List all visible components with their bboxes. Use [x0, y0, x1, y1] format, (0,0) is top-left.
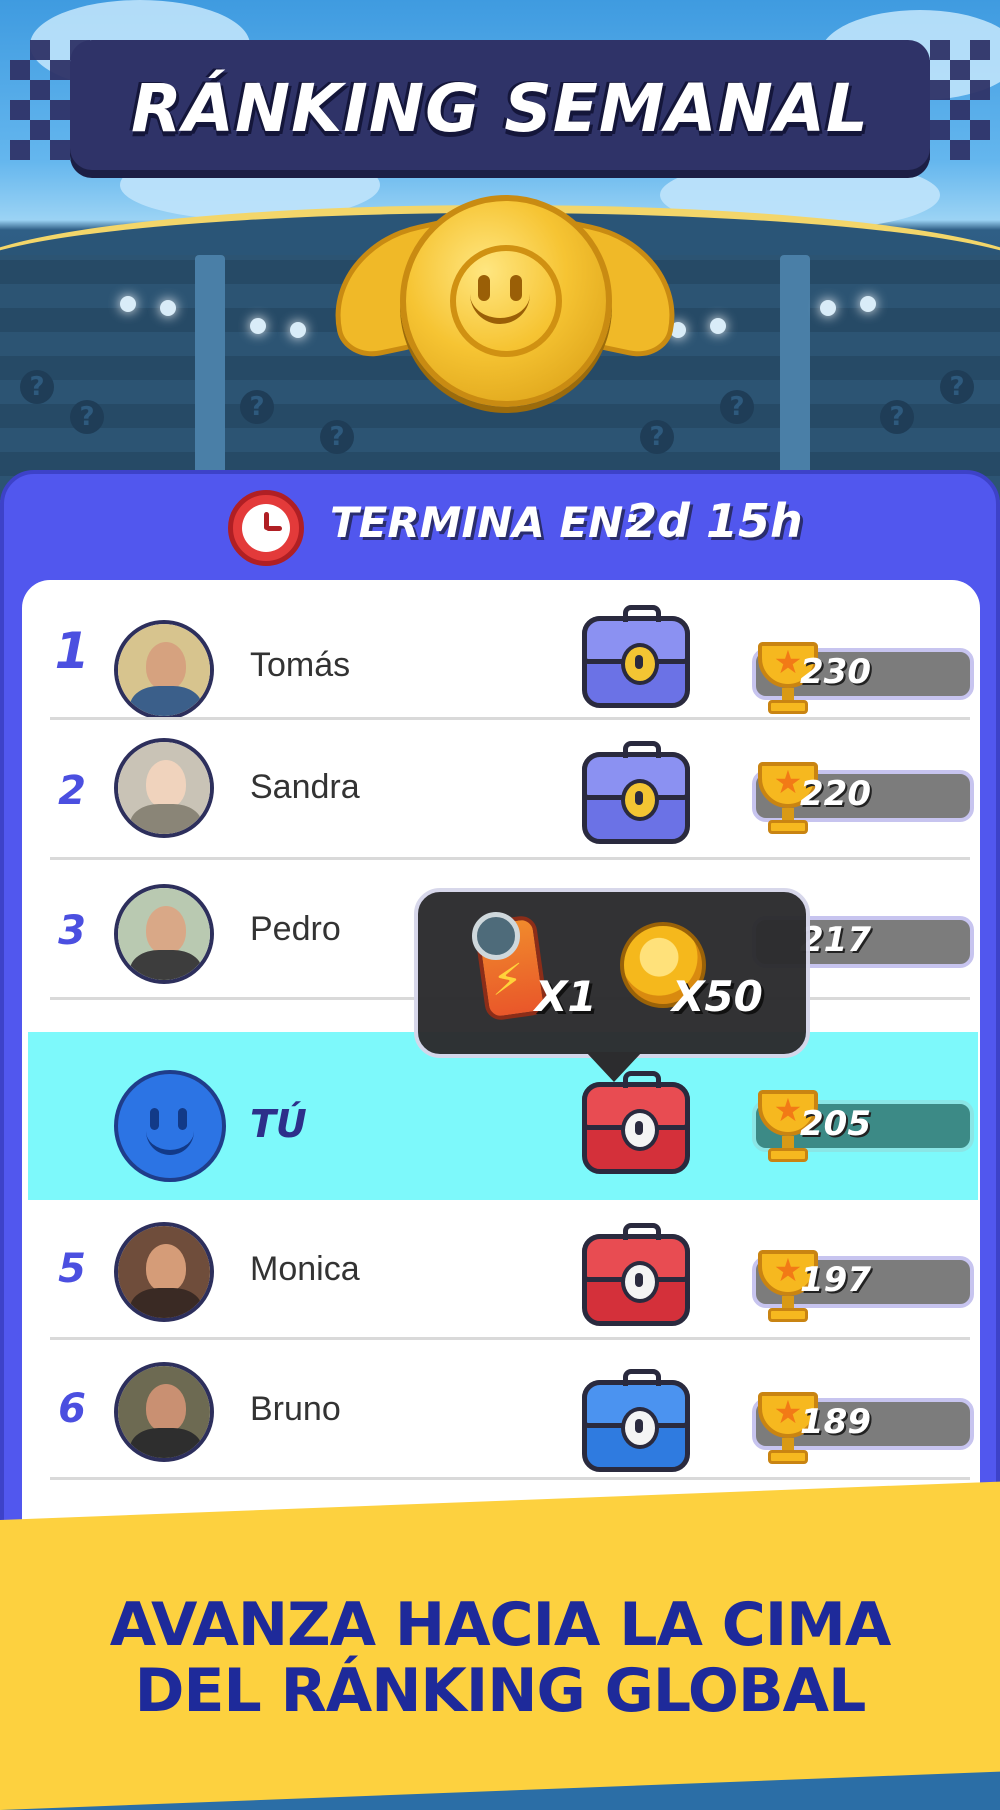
- purple-chest-icon[interactable]: [582, 741, 690, 844]
- avatar-body: [130, 804, 202, 834]
- player-name: Sandra: [250, 768, 360, 806]
- crowd-question-icon: ?: [880, 400, 914, 434]
- timer-label: TERMINA EN:: [330, 498, 641, 547]
- avatar-head: [146, 1384, 186, 1432]
- timer-value: 2d 15h: [625, 494, 803, 548]
- player-name: Pedro: [250, 910, 341, 948]
- rank-number: 6: [58, 1386, 86, 1432]
- stadium-pillar: [780, 255, 810, 485]
- stadium-pillar: [195, 255, 225, 485]
- crowd-question-icon: ?: [720, 390, 754, 424]
- leaderboard-row-6[interactable]: 6 Bruno ★ 189: [22, 1340, 980, 1480]
- leaderboard-row-1[interactable]: 1 Tomás ★ 230: [22, 580, 980, 720]
- red-chest-icon[interactable]: [582, 1223, 690, 1326]
- blue-chest-icon[interactable]: [582, 1369, 690, 1472]
- reward-quantity: X1: [535, 972, 597, 1021]
- leaderboard-row-2[interactable]: 2 Sandra ★ 220: [22, 720, 980, 860]
- player-name: Bruno: [250, 1390, 341, 1428]
- leaderboard-row-5[interactable]: 5 Monica ★ 197: [22, 1200, 980, 1340]
- rank-number: 2: [58, 768, 86, 814]
- clock-hand-minute: [266, 526, 282, 531]
- player-name: Monica: [250, 1250, 360, 1288]
- crowd-question-icon: ?: [70, 400, 104, 434]
- rank-number: 5: [58, 1246, 86, 1292]
- reward-quantity: X50: [672, 972, 763, 1021]
- avatar-head: [146, 642, 186, 690]
- stadium-light: [250, 318, 266, 334]
- lightning-icon: ⚡: [492, 955, 523, 1006]
- player-avatar-icon[interactable]: [114, 1070, 226, 1182]
- red-chest-icon[interactable]: [582, 1071, 690, 1174]
- score-value: 189: [800, 1402, 871, 1442]
- stadium-light: [120, 296, 136, 312]
- leaderboard-list[interactable]: 1 Tomás ★ 230 2 Sandra ★ 220 3 Pedro 217…: [22, 580, 980, 1580]
- crowd-question-icon: ?: [940, 370, 974, 404]
- avatar-head: [146, 760, 186, 808]
- stadium-light: [820, 300, 836, 316]
- tooltip-arrow: [586, 1052, 642, 1082]
- crowd-question-icon: ?: [640, 420, 674, 454]
- page-title: RÁNKING SEMANAL: [131, 70, 869, 147]
- rank-number: 1: [54, 622, 90, 680]
- avatar[interactable]: [114, 1362, 214, 1462]
- avatar-head: [146, 906, 186, 954]
- score-value: 205: [800, 1104, 871, 1144]
- avatar[interactable]: [114, 884, 214, 984]
- row-divider: [50, 1477, 970, 1480]
- booster-gauge-icon: [472, 912, 520, 960]
- score-value: 230: [800, 652, 871, 692]
- avatar-body: [130, 1288, 202, 1318]
- avatar[interactable]: [114, 1222, 214, 1322]
- stadium-light: [290, 322, 306, 338]
- player-name: TÚ: [250, 1102, 307, 1146]
- avatar-body: [130, 950, 202, 980]
- crowd-question-icon: ?: [320, 420, 354, 454]
- avatar[interactable]: [114, 620, 214, 720]
- crowd-question-icon: ?: [20, 370, 54, 404]
- score-value: 217: [800, 920, 871, 960]
- promo-line-1: AVANZA HACIA LA CIMA: [109, 1590, 892, 1660]
- crowd-question-icon: ?: [240, 390, 274, 424]
- score-value: 197: [800, 1260, 871, 1300]
- avatar[interactable]: [114, 738, 214, 838]
- avatar-body: [130, 1428, 202, 1458]
- purple-chest-icon[interactable]: [582, 605, 690, 708]
- rank-number: 3: [58, 908, 86, 954]
- avatar-head: [146, 1244, 186, 1292]
- score-value: 220: [800, 774, 871, 814]
- stadium-light: [710, 318, 726, 334]
- stadium-light: [860, 296, 876, 312]
- avatar-body: [130, 686, 202, 716]
- player-name: Tomás: [250, 646, 351, 684]
- promo-line-2: DEL RÁNKING GLOBAL: [134, 1656, 867, 1726]
- stadium-light: [160, 300, 176, 316]
